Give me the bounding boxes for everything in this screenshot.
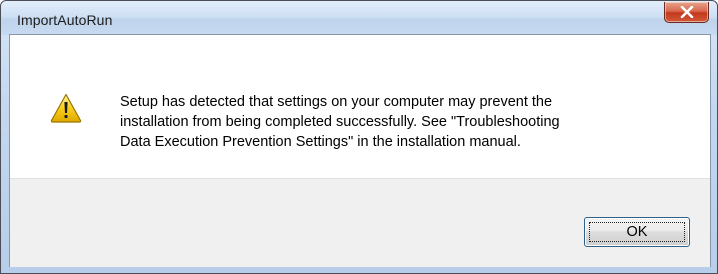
message-area: Setup has detected that settings on your… <box>10 35 710 178</box>
close-button[interactable] <box>664 2 709 23</box>
dialog-body: Setup has detected that settings on your… <box>9 34 711 267</box>
ok-button[interactable]: OK <box>584 217 690 247</box>
title-bar[interactable]: ImportAutoRun <box>1 1 717 35</box>
button-bar: OK <box>10 178 710 267</box>
close-icon <box>680 6 694 18</box>
ok-button-label: OK <box>626 224 648 240</box>
window-title: ImportAutoRun <box>17 12 113 28</box>
dialog-window: ImportAutoRun Setup has detected that se… <box>0 0 718 274</box>
warning-icon <box>50 93 82 123</box>
dialog-message: Setup has detected that settings on your… <box>120 94 560 150</box>
